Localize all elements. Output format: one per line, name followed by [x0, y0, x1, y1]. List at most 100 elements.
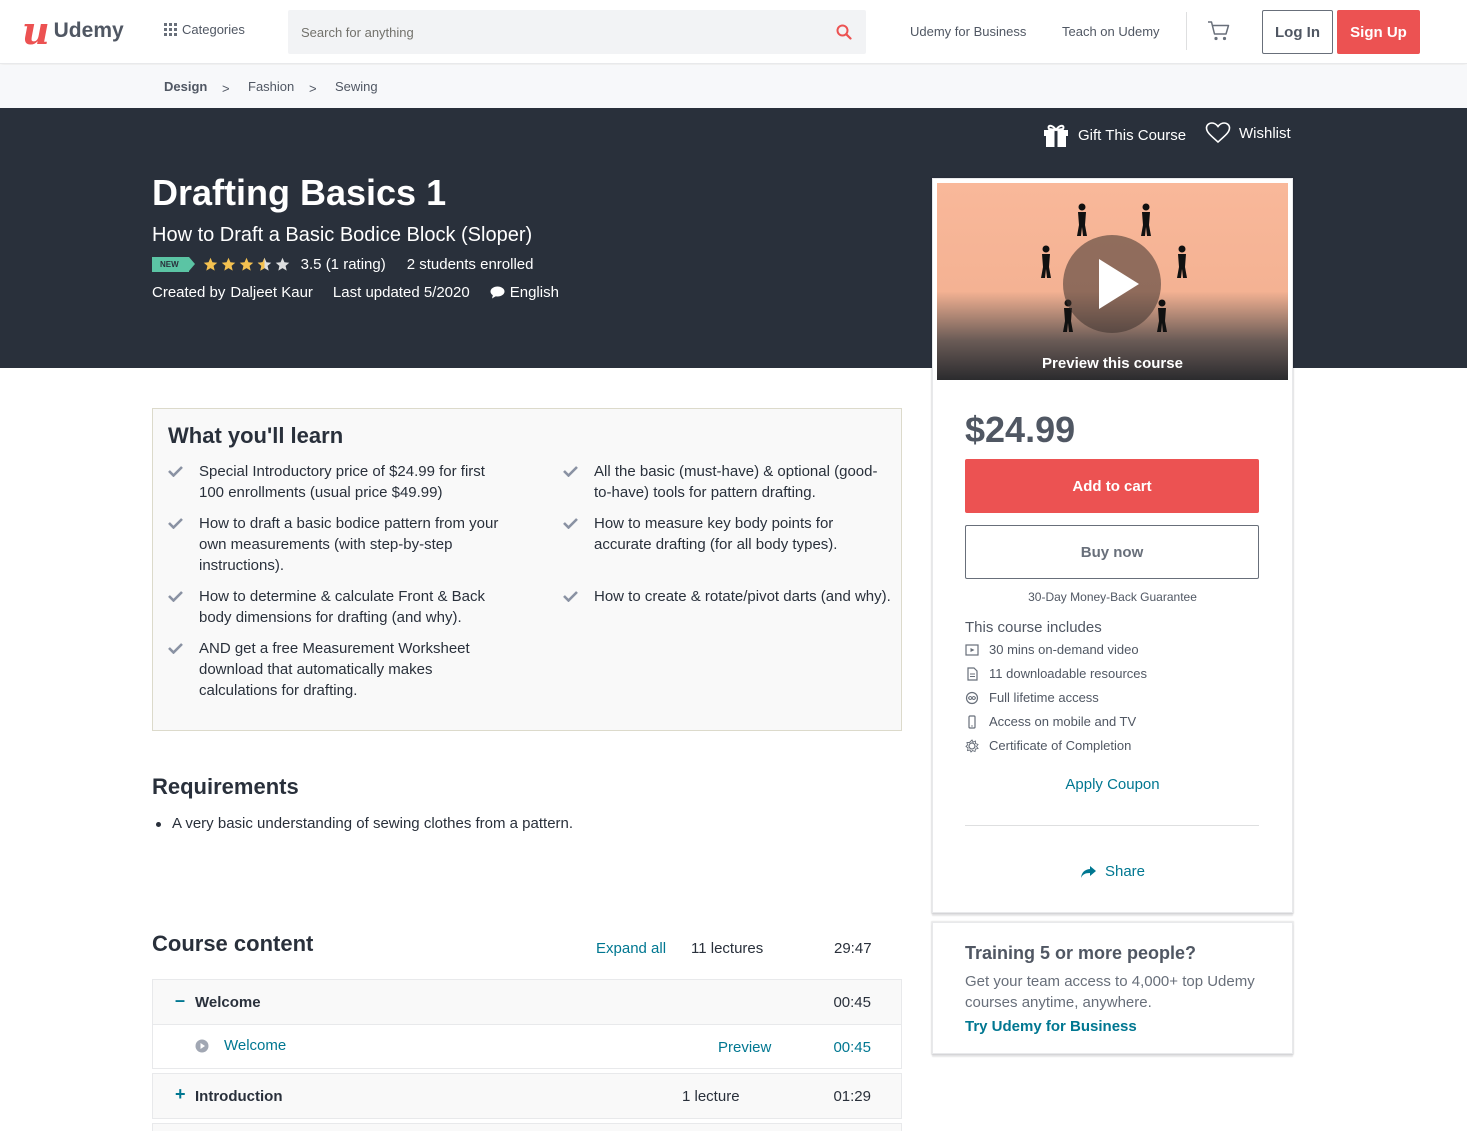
learn-item-text: How to draft a basic bodice pattern from…: [199, 515, 499, 574]
check-icon: [168, 591, 183, 602]
check-icon: [168, 518, 183, 529]
apply-coupon-link[interactable]: Apply Coupon: [933, 776, 1292, 793]
course-price: $24.99: [965, 409, 1076, 450]
learn-item: AND get a free Measurement Worksheet dow…: [168, 638, 499, 701]
learn-item-text: How to determine & calculate Front & Bac…: [199, 588, 485, 626]
video-icon: [965, 643, 979, 656]
udemy-logo-mark: u: [22, 8, 50, 53]
search-bar: [288, 10, 866, 54]
learn-item: How to draft a basic bodice pattern from…: [168, 513, 499, 576]
learn-item: How to create & rotate/pivot darts (and …: [563, 586, 894, 607]
rating-stars: [203, 257, 293, 272]
include-item: 11 downloadable resources: [965, 666, 1147, 681]
check-icon: [168, 466, 183, 477]
search-input[interactable]: [288, 10, 808, 54]
include-item: Certificate of Completion: [965, 738, 1131, 753]
course-language: English: [509, 284, 559, 301]
try-business-link[interactable]: Try Udemy for Business: [965, 1018, 1137, 1035]
search-icon[interactable]: [836, 24, 852, 40]
figure-icon: [1041, 245, 1051, 278]
course-title: Drafting Basics 1: [152, 172, 447, 213]
course-preview-video[interactable]: Preview this course: [937, 183, 1288, 380]
include-item-text: Access on mobile and TV: [989, 714, 1137, 729]
breadcrumb-item-design[interactable]: Design: [164, 79, 207, 94]
include-item: Full lifetime access: [965, 690, 1099, 705]
play-button[interactable]: [1063, 235, 1161, 333]
breadcrumb-item-fashion[interactable]: Fashion: [248, 79, 294, 94]
breadcrumb-separator: >: [309, 81, 317, 96]
star-full-icon: [203, 257, 217, 271]
includes-title: This course includes: [965, 619, 1102, 636]
lecture-preview-link[interactable]: Preview: [718, 1039, 771, 1056]
top-navbar: u Udemy Categories Udemy for Business Te…: [0, 0, 1467, 64]
expand-all-link[interactable]: Expand all: [596, 940, 666, 957]
what-you-learn-title: What you'll learn: [168, 423, 344, 448]
business-card: Training 5 or more people? Get your team…: [932, 922, 1293, 1054]
login-button[interactable]: Log In: [1262, 10, 1333, 54]
star-full-icon: [221, 257, 235, 271]
include-item-text: Full lifetime access: [989, 690, 1099, 705]
bullet-icon: [156, 822, 161, 827]
created-by-label: Created by: [152, 284, 226, 301]
teach-link[interactable]: Teach on Udemy: [1062, 24, 1160, 39]
learn-item: How to measure key body points for accur…: [563, 513, 894, 555]
gift-course-button[interactable]: Gift This Course: [1042, 122, 1186, 148]
wishlist-button[interactable]: Wishlist: [1205, 122, 1291, 144]
section-introduction[interactable]: + Introduction 1 lecture 01:29: [152, 1073, 902, 1119]
learn-item-text: All the basic (must-have) & optional (go…: [594, 463, 878, 501]
enrolled-count: 2 students enrolled: [406, 256, 534, 273]
section-lecture-count: 1 lecture: [682, 1088, 740, 1105]
udemy-logo[interactable]: u Udemy: [22, 8, 124, 53]
add-to-cart-button[interactable]: Add to cart: [965, 459, 1259, 513]
course-meta-row: Created by Daljeet Kaur Last updated 5/2…: [152, 284, 559, 301]
author-link[interactable]: Daljeet Kaur: [230, 284, 313, 301]
section-title: Introduction: [195, 1088, 283, 1105]
check-icon: [563, 518, 578, 529]
lecture-title[interactable]: Welcome: [224, 1037, 286, 1054]
requirements-title: Requirements: [152, 774, 299, 799]
learn-item: Special Introductory price of $24.99 for…: [168, 461, 499, 503]
breadcrumb-item-sewing[interactable]: Sewing: [335, 79, 378, 94]
include-item: Access on mobile and TV: [965, 714, 1136, 729]
preview-label: Preview this course: [1042, 355, 1183, 372]
business-card-text: Get your team access to 4,000+ top Udemy…: [965, 973, 1255, 1011]
star-half-icon: [257, 257, 271, 271]
wishlist-label: Wishlist: [1239, 124, 1291, 142]
check-icon: [168, 643, 183, 654]
section-title: Welcome: [195, 994, 261, 1011]
categories-menu[interactable]: Categories: [164, 22, 245, 37]
include-item: 30 mins on-demand video: [965, 642, 1139, 657]
play-icon: [1099, 259, 1139, 309]
grid-icon: [164, 23, 177, 36]
rating-text[interactable]: 3.5 (1 rating): [301, 256, 386, 273]
learn-item-text: Special Introductory price of $24.99 for…: [199, 463, 485, 501]
check-icon: [563, 591, 578, 602]
buy-now-button[interactable]: Buy now: [965, 525, 1259, 579]
learn-item: How to determine & calculate Front & Bac…: [168, 586, 499, 628]
business-card-title: Training 5 or more people?: [965, 943, 1197, 963]
signup-button[interactable]: Sign Up: [1337, 10, 1420, 54]
infinity-icon: [965, 691, 979, 704]
section-next[interactable]: [152, 1123, 902, 1131]
file-icon: [967, 666, 978, 681]
include-item-text: 30 mins on-demand video: [989, 642, 1139, 657]
share-button[interactable]: Share: [933, 863, 1292, 880]
categories-label: Categories: [182, 22, 245, 37]
star-empty-icon: [275, 257, 289, 271]
certificate-icon: [965, 738, 979, 753]
money-back-guarantee: 30-Day Money-Back Guarantee: [1028, 590, 1197, 604]
what-you-learn-box: What you'll learn Special Introductory p…: [152, 408, 902, 731]
figure-icon: [1077, 203, 1087, 236]
include-item-text: Certificate of Completion: [989, 738, 1132, 753]
section-welcome[interactable]: – Welcome 00:45: [152, 979, 902, 1025]
lecture-duration: 00:45: [833, 1039, 871, 1056]
cart-icon[interactable]: [1207, 20, 1231, 42]
breadcrumb: Design > Fashion > Sewing: [0, 65, 1467, 108]
section-duration: 00:45: [833, 994, 871, 1011]
lecture-row[interactable]: Welcome Preview 00:45: [152, 1025, 902, 1069]
gift-icon: [1044, 124, 1068, 147]
course-subtitle: How to Draft a Basic Bodice Block (Slope…: [152, 224, 533, 246]
udemy-business-link[interactable]: Udemy for Business: [910, 24, 1026, 39]
include-item-text: 11 downloadable resources: [989, 666, 1148, 681]
card-divider: [965, 825, 1259, 826]
